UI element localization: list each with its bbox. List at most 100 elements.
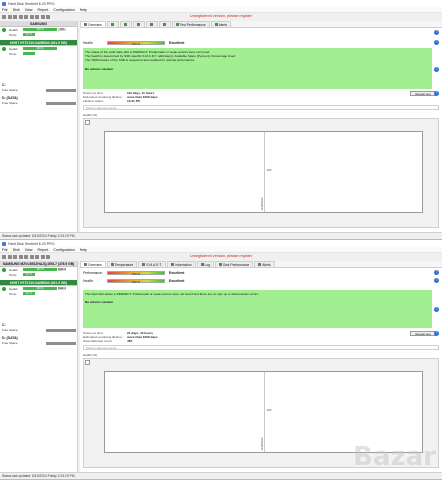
help-icon[interactable]: ?: [434, 307, 439, 312]
chart-title: Health (%): [83, 353, 98, 357]
disk-item[interactable]: SAMSUNG MZVLB512HAJQ-000L7 (476.9 GB) He…: [0, 261, 77, 277]
free-bar: [46, 328, 76, 332]
volume-c[interactable]: C: Free Space: [2, 323, 76, 332]
menu-report[interactable]: Report: [38, 248, 49, 252]
title-bar[interactable]: Hard Disk Sentinel 6.20 PRO: [0, 0, 442, 7]
tab-smart[interactable]: S.M.A.R.T.: [138, 261, 167, 267]
alert-icon[interactable]: [29, 14, 34, 19]
help-icon[interactable]: ?: [434, 331, 439, 336]
tab-information[interactable]: [132, 21, 145, 27]
comment-input[interactable]: Click to add comments...: [83, 345, 439, 350]
free-bar: [46, 88, 76, 92]
main-panel: Overview Test Performance Alerts ? Healt…: [80, 21, 442, 232]
tab-temperature[interactable]: Temperature: [106, 261, 138, 267]
settings-icon[interactable]: [24, 14, 28, 19]
chart-x-tick: 6/19/2024: [260, 197, 265, 210]
watermark-logo: Bazar: [353, 442, 436, 472]
repeat-test-button[interactable]: Repeat test: [410, 331, 436, 336]
chart-button-icon[interactable]: [85, 120, 90, 125]
tab-overview[interactable]: Overview: [80, 261, 106, 267]
refresh-icon[interactable]: [2, 254, 6, 259]
disk-item[interactable]: SAMSUNG Health 100 % OK Temp. 34 °C: [0, 21, 77, 37]
temp-mini-bar: 34 °C: [23, 291, 35, 296]
help-icon[interactable]: ?: [434, 30, 439, 35]
tab-log[interactable]: Log: [196, 261, 215, 267]
menu-help[interactable]: Help: [80, 248, 87, 252]
alert-icon[interactable]: [29, 254, 34, 259]
register-link[interactable]: Unregistered version, please register: [190, 14, 252, 18]
repeat-test-button[interactable]: Repeat test: [410, 91, 436, 96]
window-title: Hard Disk Sentinel 6.20 PRO: [8, 241, 55, 246]
disk-item[interactable]: HGST HTS721010A9E630 (931.5 GB) Health 1…: [0, 40, 77, 56]
tab-log[interactable]: [145, 21, 158, 27]
tab-smart[interactable]: [119, 21, 132, 27]
menu-disk[interactable]: Disk: [13, 8, 20, 12]
help-icon[interactable]: ?: [434, 270, 439, 275]
chart-button-icon[interactable]: [85, 360, 90, 365]
menu-view[interactable]: View: [25, 8, 33, 12]
volume-name: C:: [2, 323, 6, 327]
tab-disk-performance[interactable]: Disk Performance: [215, 261, 254, 267]
volume-name: D: (DATA): [2, 96, 18, 100]
health-label: Health: [9, 27, 18, 32]
temp-label: Temp.: [9, 51, 18, 56]
menu-file[interactable]: File: [2, 8, 8, 12]
tab-test-performance[interactable]: Test Performance: [171, 21, 210, 27]
menu-view[interactable]: View: [25, 248, 33, 252]
menu-report[interactable]: Report: [38, 8, 49, 12]
report-icon[interactable]: [13, 254, 17, 259]
menu-configuration[interactable]: Configuration: [53, 248, 74, 252]
health-description: The hard disk status is PERFECT. Problem…: [83, 290, 432, 328]
tab-overview[interactable]: Overview: [80, 21, 106, 27]
volume-d[interactable]: D: (DATA) Free Space: [2, 336, 76, 345]
menu-file[interactable]: File: [2, 248, 8, 252]
help-icon[interactable]: ?: [434, 67, 439, 72]
volume-d[interactable]: D: (DATA) Free Space: [2, 96, 76, 105]
disk-icon[interactable]: [7, 14, 12, 19]
menu-configuration[interactable]: Configuration: [53, 8, 74, 12]
settings-icon[interactable]: [24, 254, 28, 259]
tab-icon: [136, 23, 140, 26]
temp-label: Temp.: [9, 272, 18, 277]
chart-plot-area: 100 6/19/2024: [104, 371, 423, 453]
chart-icon[interactable]: [35, 254, 39, 259]
tab-icon: [171, 263, 175, 266]
info-value: 455: [127, 339, 133, 344]
info-icon[interactable]: [40, 254, 45, 259]
tab-icon: [110, 23, 114, 26]
menu-help[interactable]: Help: [80, 8, 87, 12]
health-mini-box: OK: [58, 27, 66, 32]
app-icon: [2, 241, 6, 246]
disk-item[interactable]: HGST HTS721010A9E630 (931.5 GB) Health 1…: [0, 280, 77, 296]
comment-input[interactable]: Click to add comments...: [83, 105, 439, 110]
window-title: Hard Disk Sentinel 6.20 PRO: [8, 1, 55, 6]
help-toolbar-icon[interactable]: [46, 254, 50, 259]
refresh-icon[interactable]: [2, 14, 6, 19]
info-icon[interactable]: [40, 14, 45, 19]
health-mini-bar: 100 %: [23, 267, 57, 272]
report-icon[interactable]: [13, 14, 17, 19]
register-link[interactable]: Unregistered version, please register: [190, 254, 252, 258]
test-icon[interactable]: [18, 254, 23, 259]
disk-icon[interactable]: [7, 254, 12, 259]
tab-extra[interactable]: [158, 21, 171, 27]
tab-information[interactable]: Information: [167, 261, 196, 267]
health-label: Health: [9, 286, 18, 291]
help-icon[interactable]: ?: [434, 278, 439, 283]
title-bar[interactable]: Hard Disk Sentinel 6.20 PRO: [0, 240, 442, 247]
chart-icon[interactable]: [35, 14, 39, 19]
help-icon[interactable]: ?: [434, 91, 439, 96]
tab-bar: Overview Temperature S.M.A.R.T. Informat…: [80, 261, 442, 268]
volume-c[interactable]: C: Free Space: [2, 83, 76, 92]
test-icon[interactable]: [18, 14, 23, 19]
help-icon[interactable]: ?: [434, 40, 439, 45]
tab-alerts[interactable]: Alerts: [254, 261, 275, 267]
tab-icon: [123, 23, 127, 26]
app-icon: [2, 1, 6, 6]
tab-temperature[interactable]: [106, 21, 119, 27]
menu-disk[interactable]: Disk: [13, 248, 20, 252]
free-label: Free Space: [2, 88, 18, 92]
tab-alerts[interactable]: Alerts: [210, 21, 232, 27]
temp-label: Temp.: [9, 291, 18, 296]
help-toolbar-icon[interactable]: [46, 14, 50, 19]
